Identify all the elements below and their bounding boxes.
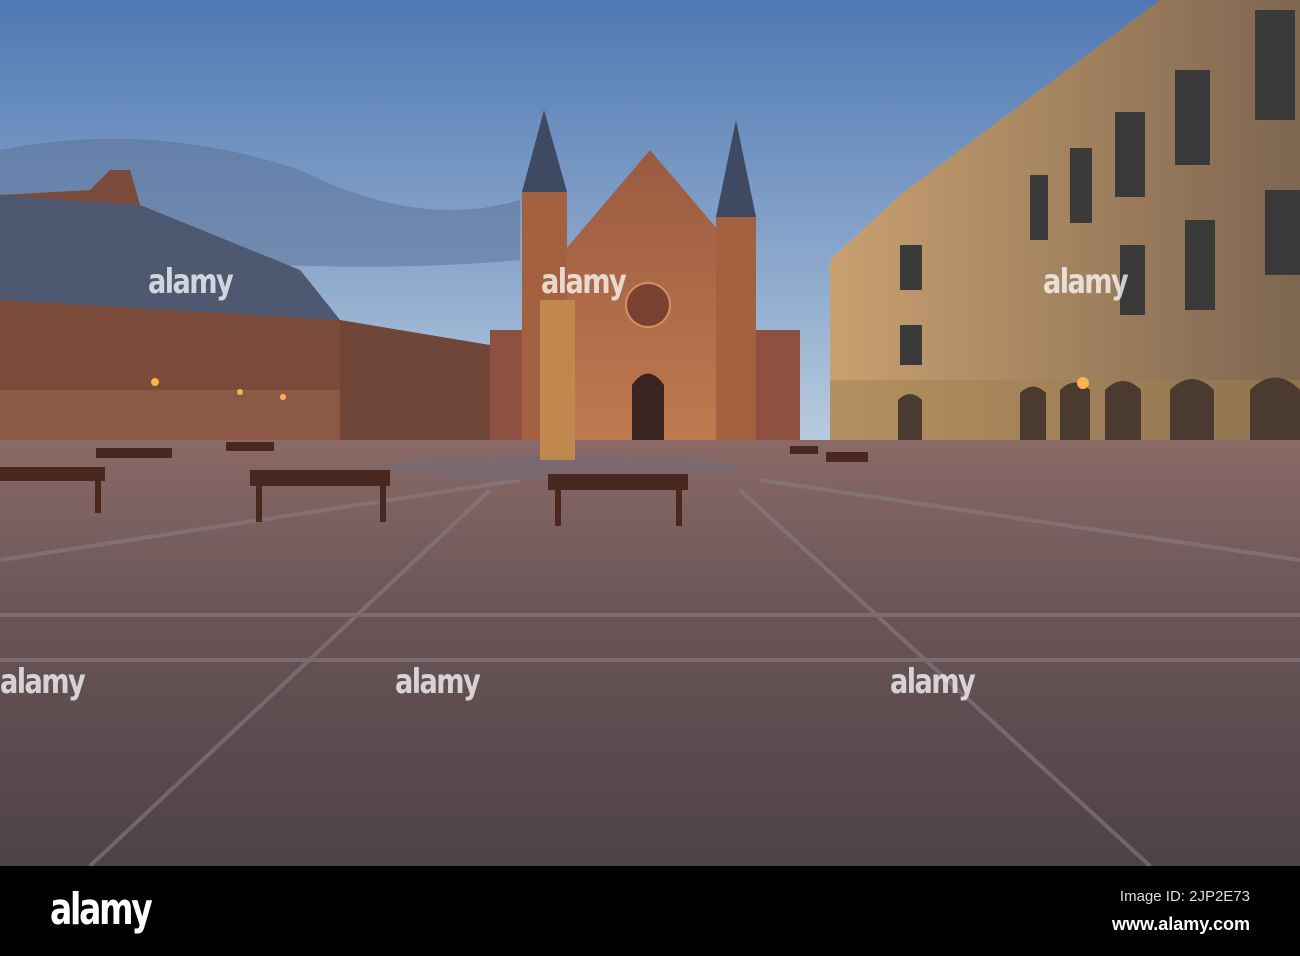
watermark: alamy [148,262,234,302]
watermark: alamy [0,662,86,702]
footer-bar: alamy Image ID: 2JP2E73 www.alamy.com [0,866,1300,956]
fountain [540,300,575,460]
watermark: alamy [395,662,481,702]
watermark: alamy [890,662,976,702]
scene [0,0,1300,866]
image-id: Image ID: 2JP2E73 [1119,888,1250,905]
website-link[interactable]: www.alamy.com [1112,914,1250,935]
watermark: alamy [1043,262,1129,302]
cobblestone-plaza [0,440,1300,866]
photo-binnenhof-square: alamy alamy alamy alamy alamy alamy [0,0,1300,866]
watermark: alamy [541,262,627,302]
alamy-logo: alamy [50,884,153,935]
